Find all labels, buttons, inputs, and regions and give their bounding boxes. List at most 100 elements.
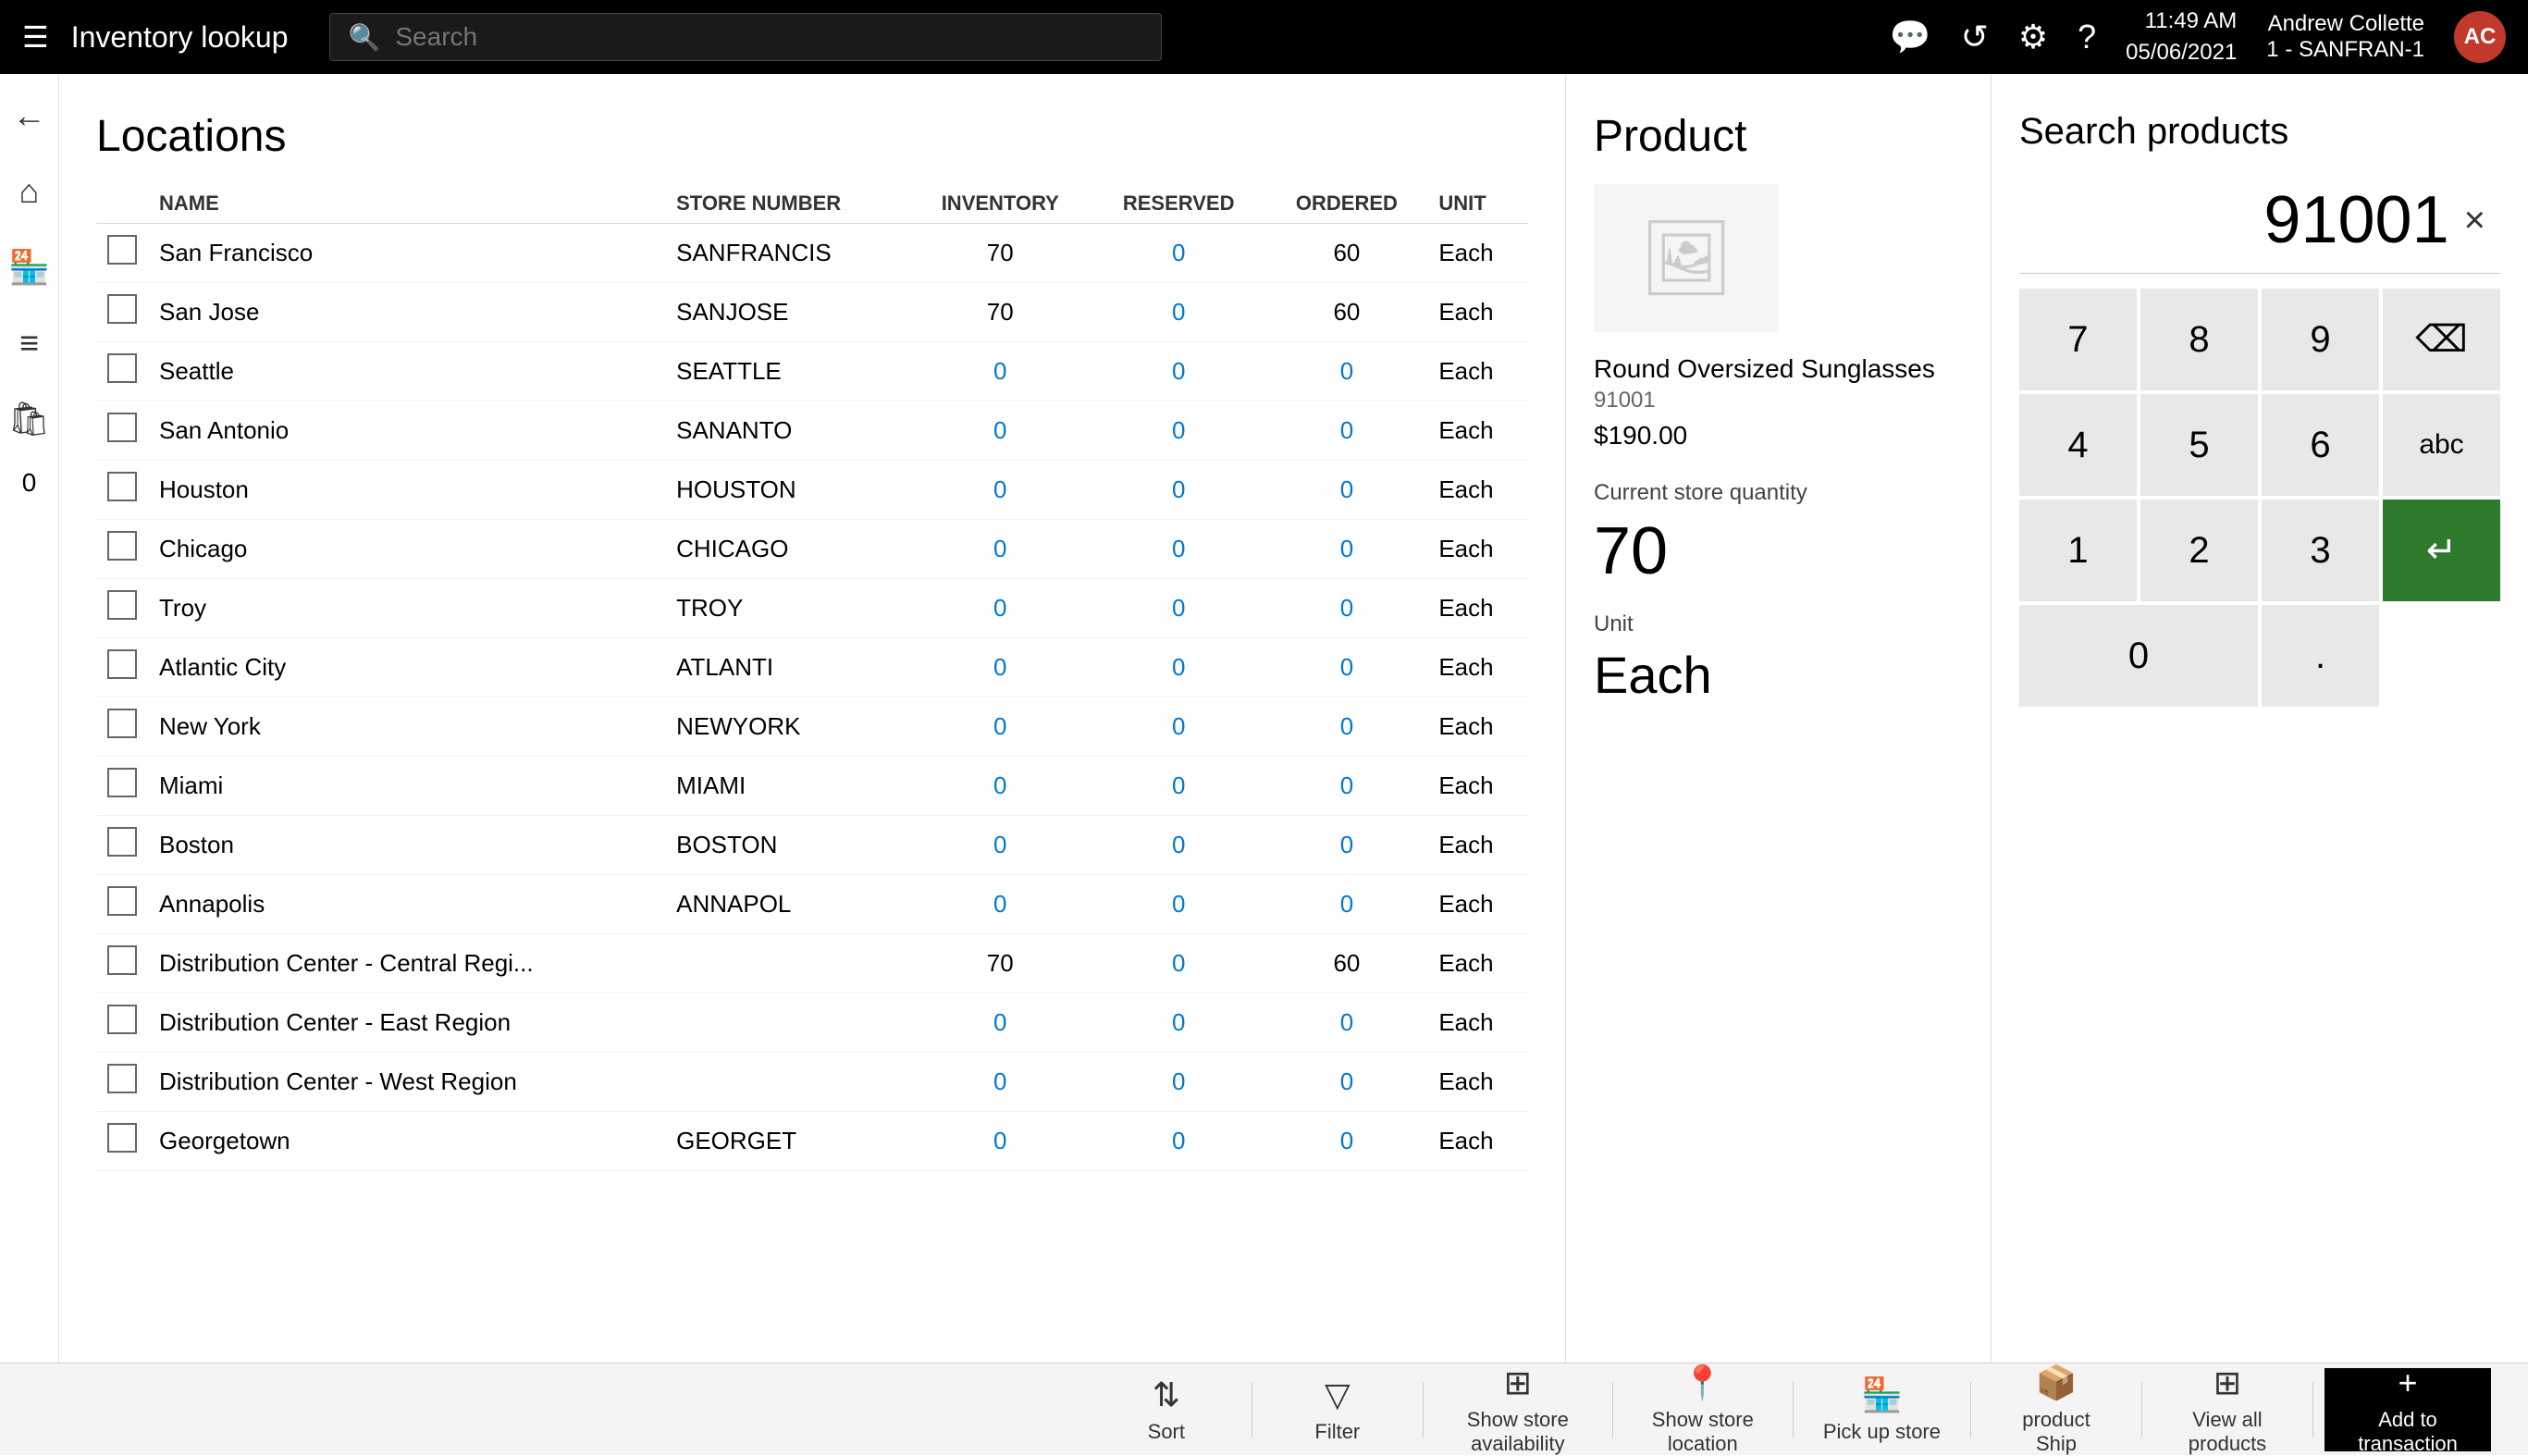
view-all-button[interactable]: ⊞ View all products [2153, 1368, 2301, 1451]
datetime-time: 11:49 AM [2126, 6, 2237, 37]
row-checkbox[interactable] [107, 709, 137, 738]
numpad-btn-enter[interactable]: ↵ [2383, 500, 2500, 601]
chat-icon[interactable]: 💬 [1890, 18, 1931, 56]
sidebar-item-store[interactable]: 🏪 [1, 241, 57, 294]
numpad-btn-5[interactable]: 5 [2140, 394, 2258, 496]
row-checkbox[interactable] [107, 1064, 137, 1093]
row-checkbox[interactable] [107, 1005, 137, 1034]
avatar[interactable]: AC [2454, 11, 2506, 63]
row-name: Miami [148, 757, 665, 816]
numpad-btn-9[interactable]: 9 [2262, 289, 2379, 390]
sidebar-item-back[interactable]: ← [6, 89, 54, 142]
row-store-number: HOUSTON [665, 461, 909, 520]
search-icon: 🔍 [349, 22, 381, 53]
toolbar-sep-7 [2312, 1382, 2313, 1437]
numpad-btn-backspace[interactable]: ⌫ [2383, 289, 2500, 390]
row-store-number: MIAMI [665, 757, 909, 816]
pick-up-store-button[interactable]: 🏪 Pick up store [1805, 1368, 1959, 1451]
row-store-number: SANFRANCIS [665, 224, 909, 283]
row-reserved: 0 [1091, 1053, 1266, 1112]
menu-icon[interactable]: ☰ [22, 19, 49, 55]
row-checkbox[interactable] [107, 235, 137, 265]
numpad-close-btn[interactable]: × [2464, 200, 2485, 241]
numpad-btn-7[interactable]: 7 [2019, 289, 2137, 390]
sidebar-item-bag[interactable]: 🛍 [1, 392, 58, 446]
product-image: 🖼 [1594, 184, 1779, 332]
row-inventory: 70 [909, 224, 1091, 283]
show-store-availability-button[interactable]: ⊞ Show store availability [1435, 1368, 1601, 1451]
row-checkbox[interactable] [107, 353, 137, 383]
numpad-btn-6[interactable]: 6 [2262, 394, 2379, 496]
row-ordered: 0 [1266, 342, 1428, 401]
row-inventory: 0 [909, 579, 1091, 638]
numpad-btn-3[interactable]: 3 [2262, 500, 2379, 601]
toolbar-sep-5 [1970, 1382, 1971, 1437]
numpad-grid: 7 8 9 ⌫ 4 5 6 abc 1 2 3 ↵ 0 . [2019, 289, 2500, 707]
pickup-icon: 🏪 [1861, 1376, 1903, 1414]
row-checkbox[interactable] [107, 945, 137, 975]
numpad-btn-2[interactable]: 2 [2140, 500, 2258, 601]
row-inventory: 0 [909, 1053, 1091, 1112]
row-inventory: 0 [909, 520, 1091, 579]
numpad-btn-4[interactable]: 4 [2019, 394, 2137, 496]
row-inventory: 0 [909, 342, 1091, 401]
show-store-location-button[interactable]: 📍 Show store location [1624, 1368, 1782, 1451]
search-bar[interactable]: 🔍 [329, 13, 1162, 61]
row-checkbox[interactable] [107, 472, 137, 501]
row-inventory: 0 [909, 1112, 1091, 1171]
row-store-number: SANANTO [665, 401, 909, 461]
search-input[interactable] [395, 22, 1141, 52]
numpad-btn-8[interactable]: 8 [2140, 289, 2258, 390]
numpad-btn-0[interactable]: 0 [2019, 605, 2258, 707]
row-reserved: 0 [1091, 697, 1266, 757]
numpad-panel: Search products 91001 × 7 8 9 ⌫ 4 5 6 ab… [1992, 74, 2528, 1363]
numpad-btn-dot[interactable]: . [2262, 605, 2379, 707]
product-ship-button[interactable]: 📦 product Ship [1982, 1368, 2130, 1451]
row-unit: Each [1427, 1053, 1528, 1112]
row-reserved: 0 [1091, 816, 1266, 875]
row-store-number: SEATTLE [665, 342, 909, 401]
ship-icon: 📦 [2036, 1363, 2078, 1402]
row-checkbox[interactable] [107, 1123, 137, 1153]
row-checkbox[interactable] [107, 413, 137, 442]
filter-button[interactable]: ▽ Filter [1264, 1368, 1412, 1451]
row-inventory: 70 [909, 283, 1091, 342]
locations-table: NAME STORE NUMBER INVENTORY RESERVED ORD… [96, 184, 1528, 1171]
row-checkbox[interactable] [107, 768, 137, 797]
row-reserved: 0 [1091, 1112, 1266, 1171]
row-store-number: CHICAGO [665, 520, 909, 579]
main-content: Locations NAME STORE NUMBER INVENTORY RE… [59, 74, 2528, 1363]
numpad-btn-abc[interactable]: abc [2383, 394, 2500, 496]
add-icon: + [2398, 1363, 2417, 1402]
sort-button[interactable]: ⇅ Sort [1092, 1368, 1240, 1451]
row-checkbox[interactable] [107, 827, 137, 857]
help-icon[interactable]: ? [2078, 18, 2096, 56]
row-name: Chicago [148, 520, 665, 579]
row-checkbox[interactable] [107, 531, 137, 561]
row-inventory: 70 [909, 934, 1091, 993]
table-row: TroyTROY000Each [96, 579, 1528, 638]
numpad-btn-1[interactable]: 1 [2019, 500, 2137, 601]
row-store-number: NEWYORK [665, 697, 909, 757]
sidebar-item-home[interactable]: ⌂ [12, 165, 47, 218]
locations-panel: Locations NAME STORE NUMBER INVENTORY RE… [59, 74, 1566, 1363]
refresh-icon[interactable]: ↺ [1961, 18, 1989, 56]
row-checkbox[interactable] [107, 590, 137, 620]
product-qty-label: Current store quantity [1594, 480, 1963, 506]
sidebar: ← ⌂ 🏪 ≡ 🛍 0 [0, 74, 59, 1363]
sidebar-counter: 0 [22, 468, 37, 498]
row-reserved: 0 [1091, 993, 1266, 1053]
table-row: Distribution Center - East Region000Each [96, 993, 1528, 1053]
sidebar-item-list[interactable]: ≡ [12, 316, 46, 370]
locations-title: Locations [96, 111, 1528, 162]
settings-icon[interactable]: ⚙ [2018, 18, 2048, 56]
row-checkbox[interactable] [107, 886, 137, 916]
add-to-transaction-button[interactable]: + Add to transaction [2325, 1368, 2491, 1451]
row-name: Distribution Center - Central Regi... [148, 934, 665, 993]
row-checkbox[interactable] [107, 294, 137, 324]
row-name: Annapolis [148, 875, 665, 934]
row-store-number: ANNAPOL [665, 875, 909, 934]
table-row: MiamiMIAMI000Each [96, 757, 1528, 816]
row-checkbox[interactable] [107, 649, 137, 679]
datetime-date: 05/06/2021 [2126, 37, 2237, 68]
